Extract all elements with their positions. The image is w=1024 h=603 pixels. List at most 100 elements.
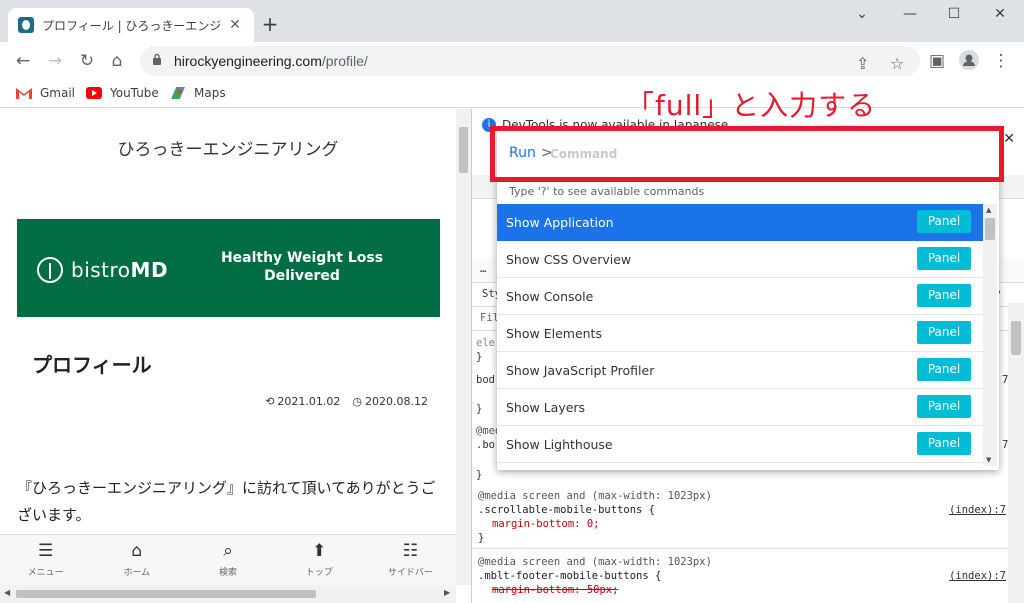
mobile-nav-home[interactable]: ⌂ ホーム (91, 535, 182, 585)
scroll-up-icon: ▲ (986, 206, 992, 214)
youtube-icon (86, 87, 102, 99)
ad-banner[interactable]: bistro MD Healthy Weight Loss Delivered (17, 219, 440, 317)
mobile-nav-sidebar[interactable]: ☷ サイドバー (365, 535, 456, 585)
post-dates: ⟲ 2021.01.02 ◷ 2020.08.12 (265, 395, 428, 408)
back-icon[interactable]: ← (12, 50, 34, 72)
command-list: Show Application Panel Show CSS Overview… (497, 204, 983, 466)
rule-fragment: ele (476, 337, 495, 349)
web-page: ひろっきーエンジニアリング bistro MD Healthy Weight Lo… (0, 109, 456, 603)
bookmark-maps[interactable]: Maps (170, 86, 226, 100)
command-label: Show Layers (506, 399, 586, 415)
css-rule-scrollable-mobile-buttons[interactable]: @media screen and (max-width: 1023px) .s… (472, 485, 1012, 549)
media-query: @media screen and (max-width: 1023px) (478, 556, 712, 568)
browser-menu-icon[interactable]: ⋮ (990, 50, 1012, 72)
panel-badge: Panel (917, 321, 971, 344)
published-date: ◷ 2020.08.12 (352, 395, 428, 408)
close-window-button[interactable]: ✕ (986, 6, 1014, 22)
intro-paragraph: 『ひろっきーエンジニアリング』に訪れて頂いてありがとうございます。 (17, 479, 436, 524)
devtools-vertical-scrollbar[interactable] (1008, 303, 1024, 603)
home-icon: ⌂ (131, 541, 143, 561)
rule-fragment: } (476, 469, 483, 481)
scroll-down-icon: ▼ (986, 456, 992, 464)
site-favicon-icon (18, 17, 34, 33)
command-item-show-lighthouse[interactable]: Show Lighthouse Panel (497, 426, 983, 463)
panel-badge: Panel (917, 358, 971, 381)
updated-date: ⟲ 2021.01.02 (265, 395, 341, 408)
bookmark-youtube[interactable]: YouTube (86, 86, 159, 100)
rule-source-link[interactable]: (index):7 (949, 503, 1006, 517)
bookmark-label: Maps (194, 86, 226, 100)
arrow-up-icon: ⬆ (312, 541, 327, 561)
css-property[interactable]: margin-bottom: 0; (478, 517, 1006, 531)
tab-search-icon[interactable]: ⌄ (848, 6, 876, 22)
command-item-show-layers[interactable]: Show Layers Panel (497, 389, 983, 426)
bookmark-label: Gmail (40, 86, 76, 100)
mobile-nav-menu[interactable]: ☰ メニュー (0, 535, 91, 585)
panel-badge: Panel (917, 247, 971, 270)
minimize-button[interactable]: — (896, 6, 924, 22)
scrollbar-thumb[interactable] (16, 590, 316, 598)
site-title[interactable]: ひろっきーエンジニアリング (0, 135, 456, 160)
address-bar[interactable]: hirockyengineering.com/profile/ ⇪ ☆ (140, 46, 920, 76)
command-item-show-console[interactable]: Show Console Panel (497, 278, 983, 315)
command-item-show-javascript-profiler[interactable]: Show JavaScript Profiler Panel (497, 352, 983, 389)
page-horizontal-scrollbar[interactable]: ◀ ▶ (0, 585, 456, 603)
panel-badge: Panel (917, 432, 971, 455)
url-text: hirockyengineering.com/profile/ (174, 53, 368, 69)
mobile-footer-nav: ☰ メニュー ⌂ ホーム ⌕ 検索 ⬆ トップ ☷ サイドバー (0, 534, 456, 585)
mobile-nav-top[interactable]: ⬆ トップ (274, 535, 365, 585)
forward-icon[interactable]: → (44, 50, 66, 72)
scrollbar-thumb[interactable] (459, 127, 468, 173)
tab-title: プロフィール | ひろっきーエンジニアリング (42, 18, 220, 33)
rule-fragment: .bo (476, 439, 495, 451)
tab-close-icon[interactable]: ✕ (226, 17, 244, 33)
mobile-nav-search[interactable]: ⌕ 検索 (182, 535, 273, 585)
history-icon: ⟲ (265, 395, 275, 408)
ad-logo: bistro MD (37, 257, 168, 283)
command-label: Show Application (506, 214, 614, 230)
bookmark-gmail[interactable]: Gmail (16, 86, 75, 100)
maps-icon (171, 87, 185, 99)
home-icon[interactable]: ⌂ (106, 50, 128, 72)
command-item-show-elements[interactable]: Show Elements Panel (497, 315, 983, 352)
css-property-overridden[interactable]: margin-bottom: 50px; (478, 583, 1006, 597)
command-label: Show CSS Overview (506, 251, 632, 267)
command-item-show-css-overview[interactable]: Show CSS Overview Panel (497, 241, 983, 278)
css-selector: .scrollable-mobile-buttons { (478, 504, 656, 516)
rule-fragment: } (476, 403, 483, 415)
page-vertical-scrollbar[interactable] (456, 109, 471, 585)
ad-tagline: Healthy Weight Loss Delivered (220, 250, 384, 284)
command-item-show-application[interactable]: Show Application Panel (497, 204, 983, 241)
scrollbar-thumb[interactable] (1011, 321, 1021, 355)
annotation-highlight-box (490, 126, 1004, 182)
share-icon[interactable]: ⇪ (856, 54, 869, 73)
command-label: Show Elements (506, 325, 602, 341)
more-icon[interactable]: … (480, 263, 486, 275)
fork-icon (37, 257, 63, 283)
rule-fragment: } (478, 532, 485, 544)
command-label: Show Lighthouse (506, 436, 613, 452)
bookmark-label: YouTube (110, 86, 159, 100)
lock-icon (153, 53, 161, 65)
search-icon: ⌕ (223, 541, 233, 561)
page-title: プロフィール (32, 353, 152, 377)
side-panel-icon[interactable]: ▣ (926, 50, 948, 72)
command-list-scrollbar[interactable]: ▲ ▼ (983, 204, 997, 466)
command-label: Show Console (506, 288, 594, 304)
hamburger-icon: ☰ (37, 541, 54, 561)
browser-tab[interactable]: プロフィール | ひろっきーエンジニアリング ✕ (8, 8, 254, 42)
rule-source-link[interactable]: (index):7 (949, 569, 1006, 583)
maximize-button[interactable]: ☐ (940, 6, 968, 22)
css-rule-mblt-footer-mobile-buttons[interactable]: @media screen and (max-width: 1023px) .m… (472, 551, 1012, 603)
reload-icon[interactable]: ↻ (76, 50, 98, 72)
rule-fragment: bod (476, 374, 495, 386)
panel-badge: Panel (917, 210, 971, 233)
scrollbar-thumb[interactable] (985, 218, 995, 240)
close-icon[interactable]: ✕ (1003, 131, 1015, 147)
command-label: Show JavaScript Profiler (506, 362, 655, 378)
annotation-text: 「full」と入力する (626, 89, 877, 122)
new-tab-button[interactable]: + (258, 12, 282, 36)
profile-avatar-icon[interactable] (958, 50, 980, 72)
panel-badge: Panel (917, 284, 971, 307)
bookmark-star-icon[interactable]: ☆ (890, 54, 904, 73)
